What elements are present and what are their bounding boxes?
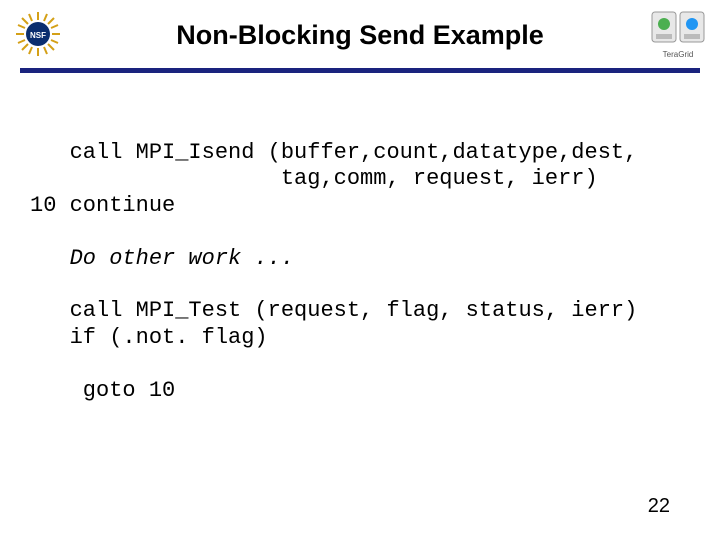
slide: NSF TeraGrid Non-Blocking Send Example c…	[0, 0, 720, 540]
teragrid-label: TeraGrid	[650, 50, 706, 59]
code-line-2: tag,comm, request, ierr)	[30, 166, 598, 191]
slide-title: Non-Blocking Send Example	[0, 20, 720, 51]
code-line-1: call MPI_Isend (buffer,count,datatype,de…	[30, 140, 637, 165]
code-line-5: Do other work ...	[30, 246, 294, 271]
code-line-10: goto 10	[30, 378, 175, 403]
code-line-3: 10 continue	[30, 193, 175, 218]
code-line-8: if (.not. flag)	[30, 325, 268, 350]
title-underline	[20, 68, 700, 73]
code-block: call MPI_Isend (buffer,count,datatype,de…	[30, 140, 690, 404]
page-number: 22	[648, 495, 670, 518]
code-line-7: call MPI_Test (request, flag, status, ie…	[30, 298, 637, 323]
